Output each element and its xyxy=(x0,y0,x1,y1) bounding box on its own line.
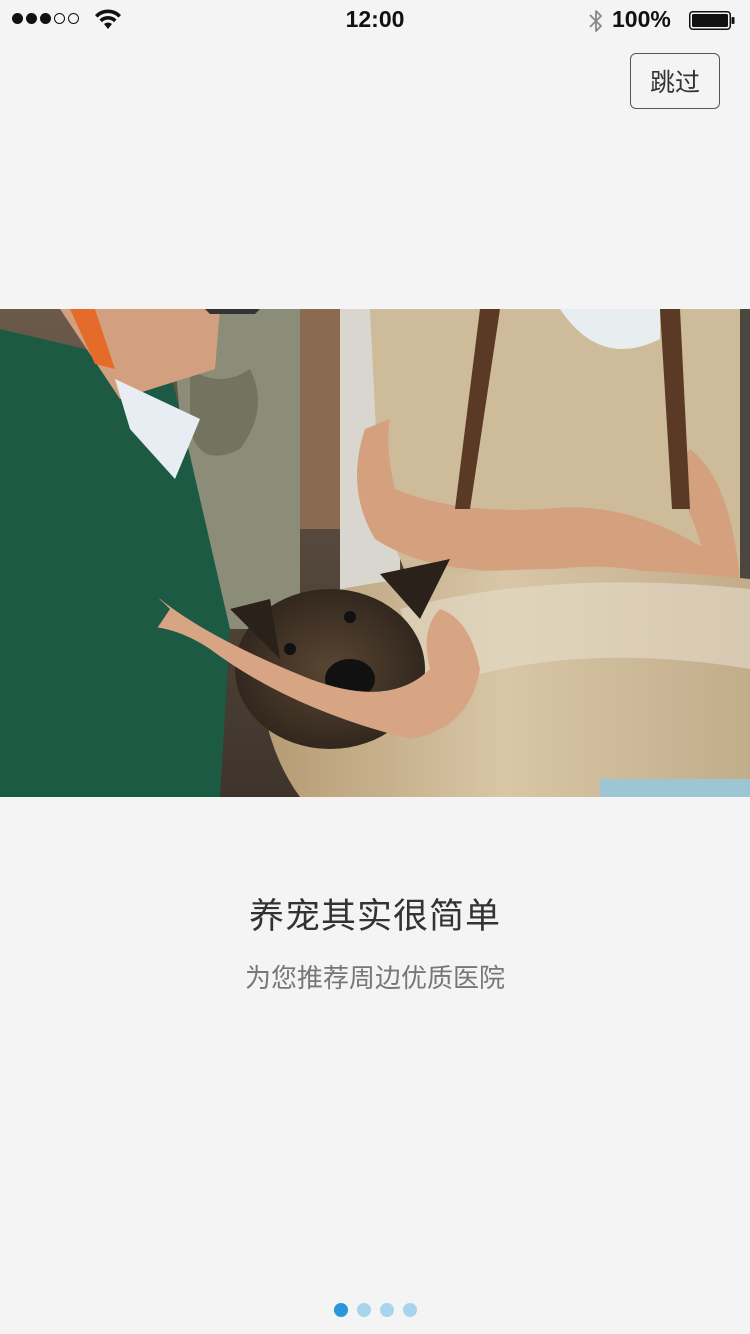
page-dot-1[interactable] xyxy=(333,1303,348,1317)
battery-icon xyxy=(689,11,735,30)
page-indicator xyxy=(0,1303,750,1317)
hero-image xyxy=(0,309,750,797)
skip-button[interactable]: 跳过 xyxy=(630,53,720,109)
battery-percent: 100% xyxy=(612,6,671,32)
vet-dog-photo xyxy=(0,309,750,797)
page-dot-4[interactable] xyxy=(402,1303,417,1317)
onboarding-title: 养宠其实很简单 xyxy=(248,897,501,937)
page-dot-3[interactable] xyxy=(379,1303,394,1317)
bluetooth-icon xyxy=(589,10,602,32)
onboarding-subtitle: 为您推荐周边优质医院 xyxy=(244,964,505,994)
page-dot-2[interactable] xyxy=(356,1303,371,1317)
status-bar: 12:00 100% xyxy=(0,0,750,40)
